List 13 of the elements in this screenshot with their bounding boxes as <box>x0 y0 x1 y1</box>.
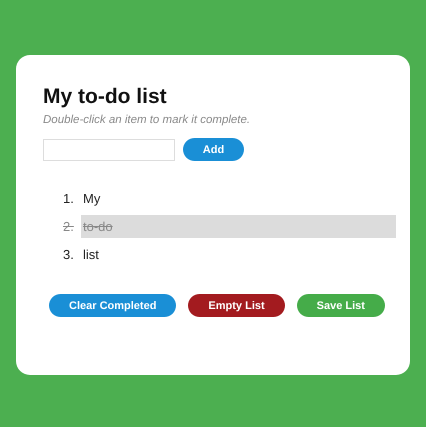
add-button[interactable]: Add <box>183 138 244 161</box>
save-button[interactable]: Save List <box>296 294 385 317</box>
list-item[interactable]: list <box>81 243 396 266</box>
input-field[interactable] <box>43 138 175 160</box>
empty-button[interactable]: Empty List <box>188 294 285 317</box>
item-number: 3. <box>63 247 75 262</box>
item-number: 1. <box>63 191 75 206</box>
list-title: My to-do list <box>43 85 168 109</box>
instruction-text: Double-click an item to mark it complete. <box>43 114 252 126</box>
item-number: 2. <box>63 219 75 234</box>
clear-button[interactable]: Clear Completed <box>49 294 176 317</box>
list-item[interactable]: to-do <box>81 215 396 238</box>
list-item[interactable]: My <box>81 187 396 210</box>
